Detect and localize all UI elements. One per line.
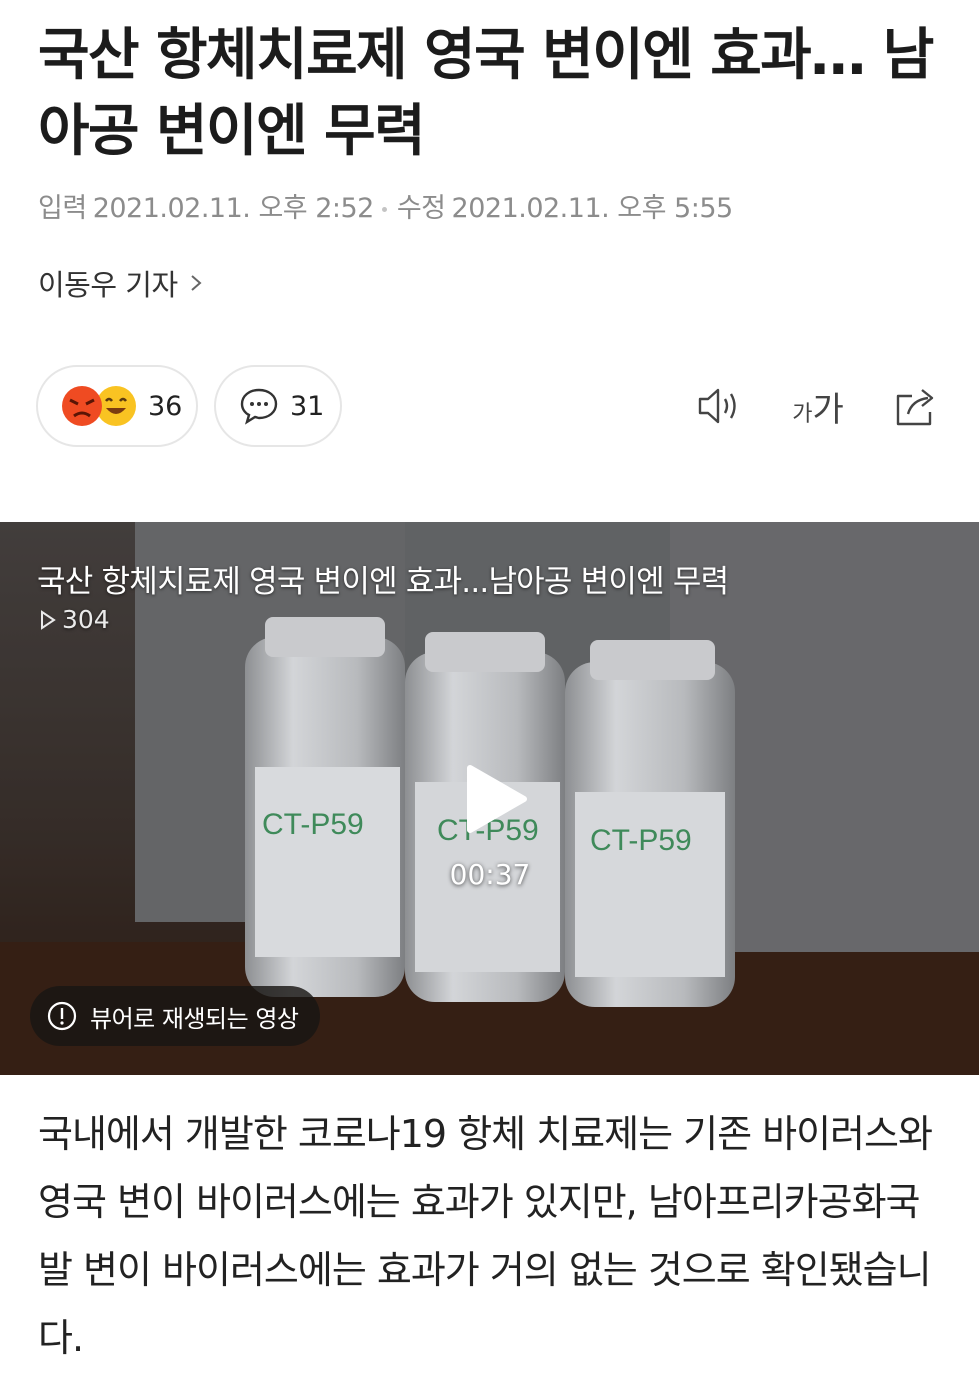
author-link[interactable]: 이동우 기자 bbox=[38, 262, 206, 304]
video-view-count: 304 bbox=[38, 605, 110, 634]
reaction-button[interactable]: 36 bbox=[36, 365, 198, 447]
edit-time: 2021.02.11. 오후 5:55 bbox=[451, 193, 734, 224]
reaction-emojis bbox=[60, 384, 138, 428]
chevron-right-icon bbox=[190, 275, 202, 291]
article-body: 국내에서 개발한 코로나19 항체 치료제는 기존 바이러스와 영국 변이 바이… bbox=[38, 1112, 933, 1360]
font-size-button[interactable]: 가가 bbox=[788, 380, 848, 432]
share-button[interactable] bbox=[890, 380, 942, 432]
input-label: 입력 bbox=[38, 193, 87, 224]
comment-icon bbox=[240, 388, 278, 425]
video-duration: 00:37 bbox=[449, 858, 531, 891]
article-headline: 국산 항체치료제 영국 변이엔 효과… 남아공 변이엔 무력 bbox=[38, 23, 934, 164]
svg-text:CT-P59: CT-P59 bbox=[590, 824, 692, 857]
video-title: 국산 항체치료제 영국 변이엔 효과...남아공 변이엔 무력 bbox=[37, 564, 729, 600]
viewer-notice-badge[interactable]: 뷰어로 재생되는 영상 bbox=[30, 986, 321, 1046]
font-size-icon: 가가 bbox=[792, 389, 844, 430]
share-icon bbox=[896, 389, 934, 426]
info-icon bbox=[47, 1001, 77, 1031]
play-small-icon bbox=[41, 609, 56, 630]
article-timestamps: 입력 2021.02.11. 오후 2:52 수정 2021.02.11. 오후 5:… bbox=[38, 186, 733, 225]
speaker-icon bbox=[698, 388, 736, 424]
comment-count: 31 bbox=[290, 390, 325, 422]
author-name: 이동우 기자 bbox=[38, 268, 178, 302]
comment-button[interactable]: 31 bbox=[214, 365, 342, 447]
play-icon[interactable] bbox=[462, 762, 530, 836]
angry-emoji-icon bbox=[62, 386, 102, 426]
edit-label: 수정 bbox=[396, 193, 446, 224]
reaction-count: 36 bbox=[148, 390, 183, 422]
input-time: 2021.02.11. 오후 2:52 bbox=[92, 193, 375, 224]
audio-read-button[interactable] bbox=[692, 380, 744, 432]
svg-text:CT-P59: CT-P59 bbox=[262, 808, 364, 841]
meta-separator bbox=[381, 207, 387, 212]
